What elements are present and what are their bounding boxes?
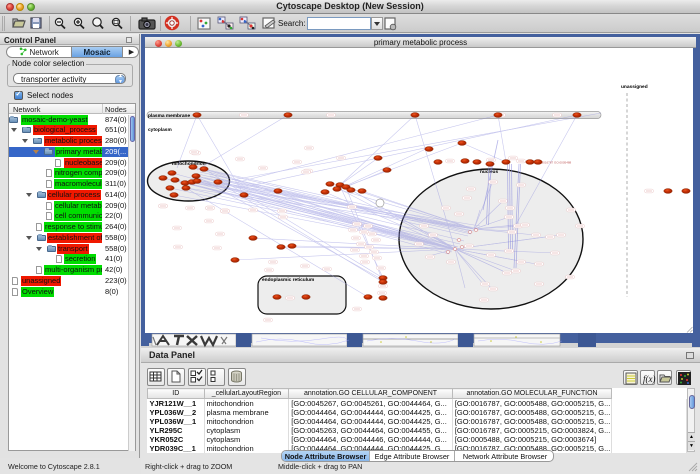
svg-text:plasma membrane: plasma membrane	[148, 113, 190, 119]
svg-text:f(x): f(x)	[643, 374, 656, 384]
svg-text:endoplasmic reticulum: endoplasmic reticulum	[262, 277, 314, 283]
svg-text:cytoplasm: cytoplasm	[148, 127, 172, 133]
svg-text:unassigned: unassigned	[621, 84, 648, 90]
